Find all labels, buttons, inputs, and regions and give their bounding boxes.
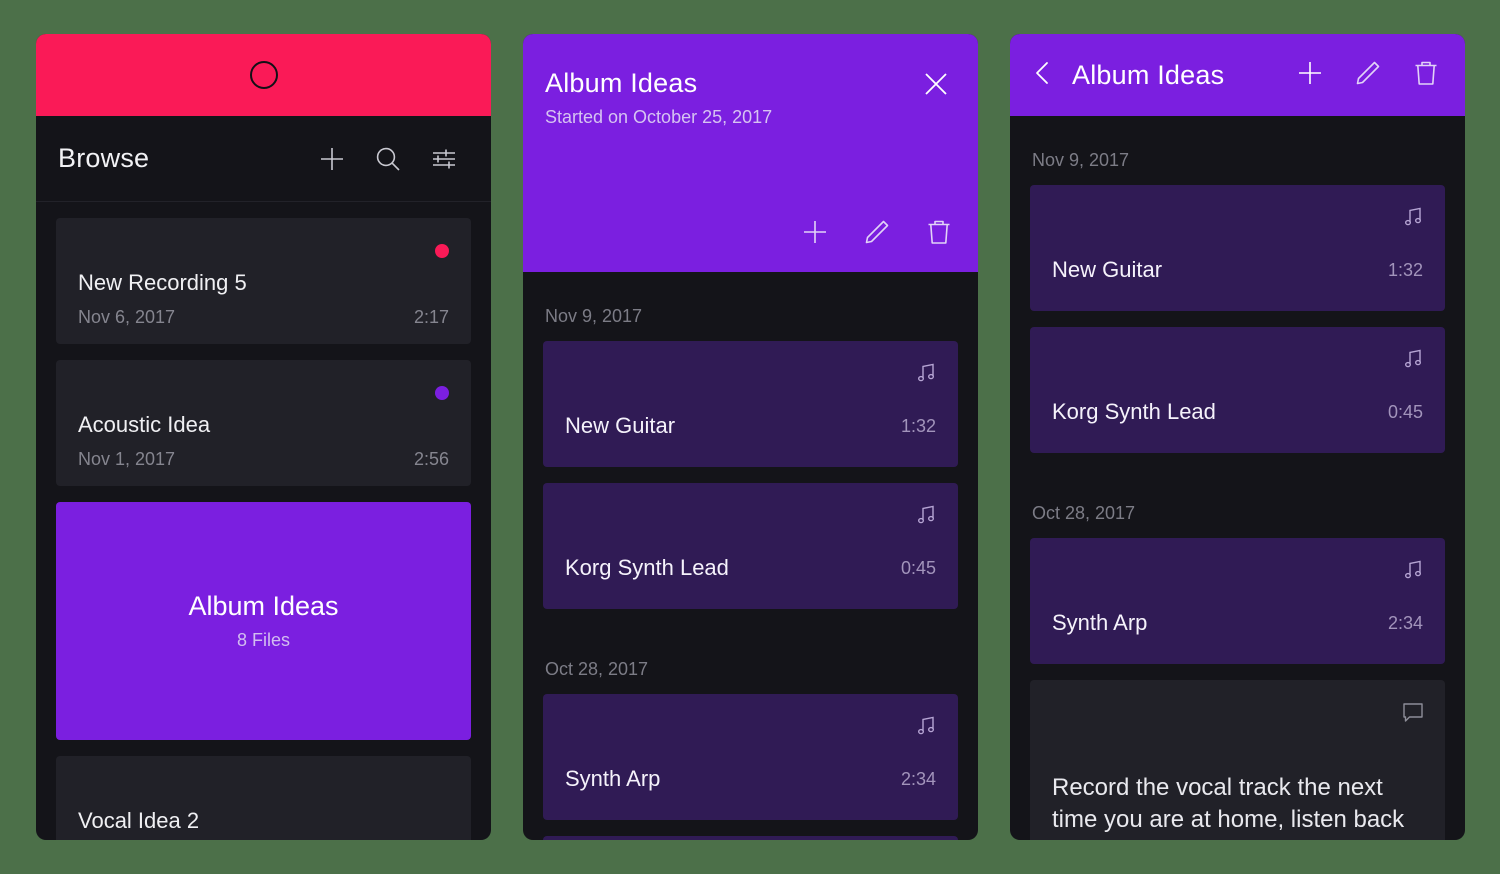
recording-date: Nov 1, 2017 bbox=[78, 449, 176, 469]
track-duration: 1:32 bbox=[900, 416, 936, 436]
add-track-button[interactable] bbox=[800, 217, 830, 252]
date-group-label: Oct 28, 2017 bbox=[1032, 503, 1136, 523]
list-item[interactable]: New Recording 5 Nov 6, 2017 2:17 bbox=[56, 218, 471, 344]
page-title: Browse bbox=[58, 143, 150, 173]
track-card[interactable] bbox=[543, 836, 958, 840]
track-name: Synth Arp bbox=[1052, 610, 1148, 635]
recording-duration: 2:56 bbox=[413, 449, 449, 469]
browse-toolbar-actions bbox=[317, 144, 459, 174]
note-card[interactable]: Record the vocal track the next time you… bbox=[1030, 680, 1445, 840]
date-group-label: Oct 28, 2017 bbox=[545, 659, 649, 679]
track-duration: 1:32 bbox=[1387, 260, 1423, 280]
track-card[interactable]: Korg Synth Lead 0:45 bbox=[543, 483, 958, 609]
page-title: Album Ideas bbox=[1072, 59, 1225, 90]
list-item[interactable]: Acoustic Idea Nov 1, 2017 2:56 bbox=[56, 360, 471, 486]
folder-card-album-ideas[interactable]: Album Ideas 8 Files bbox=[56, 502, 471, 740]
detail-hero-header: Album Ideas Started on October 25, 2017 bbox=[523, 34, 978, 272]
folder-file-count: 8 Files bbox=[236, 630, 290, 650]
status-dot bbox=[435, 386, 449, 400]
music-note-icon bbox=[914, 503, 938, 532]
recording-duration: 2:17 bbox=[413, 307, 449, 327]
track-duration: 0:45 bbox=[1387, 402, 1423, 422]
filter-button[interactable] bbox=[429, 144, 459, 174]
track-card[interactable]: Synth Arp 2:34 bbox=[543, 694, 958, 820]
edit-button[interactable] bbox=[862, 217, 892, 252]
list-header-actions bbox=[1295, 58, 1441, 93]
track-name: New Guitar bbox=[1052, 257, 1163, 282]
edit-button[interactable] bbox=[1353, 58, 1383, 93]
add-button[interactable] bbox=[317, 144, 347, 174]
note-text: Record the vocal track the next time you… bbox=[1052, 772, 1423, 840]
delete-button[interactable] bbox=[1411, 58, 1441, 93]
album-list-panel: Album Ideas Nov 9, 2017 New Guitar 1:32 … bbox=[1010, 34, 1465, 840]
browse-recording-list: New Recording 5 Nov 6, 2017 2:17 Acousti… bbox=[36, 202, 491, 840]
music-note-icon bbox=[1401, 558, 1425, 587]
delete-button[interactable] bbox=[924, 217, 954, 252]
close-button[interactable] bbox=[920, 68, 952, 105]
album-track-list: Nov 9, 2017 New Guitar 1:32 Korg Synth L… bbox=[1010, 116, 1465, 840]
list-header-bar: Album Ideas bbox=[1010, 34, 1465, 116]
note-text-before: Record the vocal track the next time you… bbox=[1052, 774, 1405, 840]
screenshot-stage: Browse New Recording 5 Nov 6, 2017 2:17 … bbox=[0, 0, 1500, 874]
camera-ring-icon bbox=[249, 61, 278, 89]
search-button[interactable] bbox=[373, 144, 403, 174]
music-note-icon bbox=[1401, 347, 1425, 376]
folder-name: Album Ideas bbox=[188, 591, 339, 621]
music-note-icon bbox=[914, 361, 938, 390]
date-group-label: Nov 9, 2017 bbox=[1032, 150, 1130, 170]
track-name: Synth Arp bbox=[565, 766, 661, 791]
music-note-icon bbox=[914, 714, 938, 743]
back-button[interactable] bbox=[1032, 59, 1054, 92]
track-duration: 0:45 bbox=[900, 558, 936, 578]
detail-hero-actions bbox=[800, 217, 954, 252]
date-group-label: Nov 9, 2017 bbox=[545, 306, 643, 326]
recording-date: Nov 6, 2017 bbox=[78, 307, 176, 327]
list-item[interactable]: Vocal Idea 2 Oct 25, 2017 2:34 bbox=[56, 756, 471, 840]
recording-name: Vocal Idea 2 bbox=[78, 808, 200, 833]
track-card[interactable]: New Guitar 1:32 bbox=[1030, 185, 1445, 311]
track-name: New Guitar bbox=[565, 413, 676, 438]
track-duration: 2:34 bbox=[900, 769, 936, 789]
track-card[interactable]: Korg Synth Lead 0:45 bbox=[1030, 327, 1445, 453]
browse-toolbar: Browse bbox=[36, 116, 491, 202]
detail-panel: Album Ideas Started on October 25, 2017 bbox=[523, 34, 978, 840]
track-card[interactable]: New Guitar 1:32 bbox=[543, 341, 958, 467]
page-title: Album Ideas bbox=[545, 68, 698, 98]
recording-name: New Recording 5 bbox=[78, 270, 247, 295]
page-subtitle: Started on October 25, 2017 bbox=[545, 107, 773, 127]
music-note-icon bbox=[1401, 205, 1425, 234]
track-name: Korg Synth Lead bbox=[565, 555, 729, 580]
status-bar bbox=[36, 34, 491, 116]
add-track-button[interactable] bbox=[1295, 58, 1325, 93]
track-duration: 2:34 bbox=[1387, 613, 1423, 633]
status-dot bbox=[435, 244, 449, 258]
browse-panel: Browse New Recording 5 Nov 6, 2017 2:17 … bbox=[36, 34, 491, 840]
note-highlight-link[interactable]: Vocal Hook 1 bbox=[1079, 838, 1228, 840]
track-name: Korg Synth Lead bbox=[1052, 399, 1216, 424]
recording-name: Acoustic Idea bbox=[78, 412, 211, 437]
detail-track-list: Nov 9, 2017 New Guitar 1:32 Korg Synth L… bbox=[523, 272, 978, 840]
track-card[interactable]: Synth Arp 2:34 bbox=[1030, 538, 1445, 664]
comment-icon bbox=[1401, 700, 1425, 729]
